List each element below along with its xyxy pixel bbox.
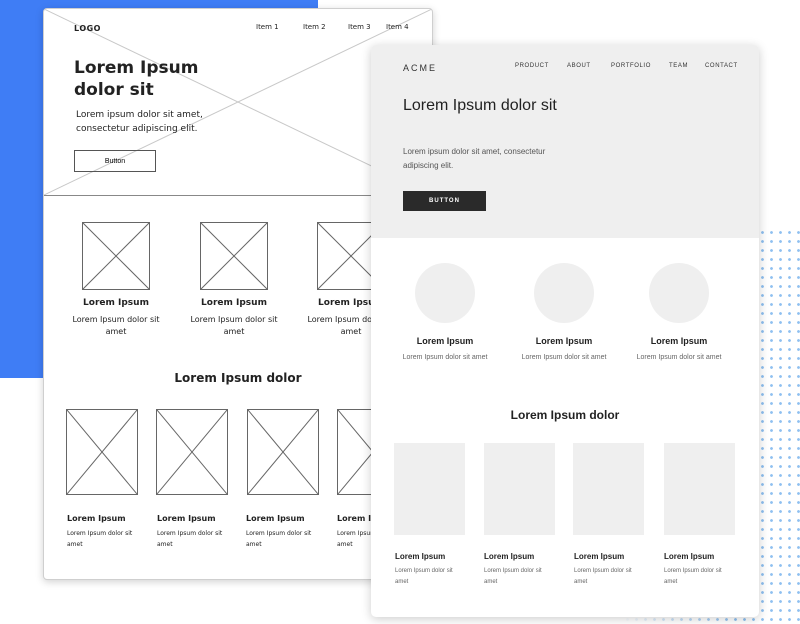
clean-feature-title: Lorem Ipsum [650,336,708,346]
sketch-feature-title: Lorem Ipsum [201,298,267,308]
image-placeholder-icon [247,409,319,495]
clean-hero-title: Lorem Ipsum dolor sit [403,97,557,114]
clean-nav-product[interactable]: PRODUCT [515,63,549,69]
clean-nav-about[interactable]: ABOUT [567,63,591,69]
sketch-gallery-title: Lorem Ipsum [157,514,216,523]
clean-nav-team[interactable]: TEAM [669,63,688,69]
gallery-image-placeholder [664,443,735,535]
clean-logo[interactable]: ACME [403,63,437,73]
sketch-feature-text: Lorem Ipsum dolor sit amet [190,315,278,336]
clean-nav-portfolio[interactable]: PORTFOLIO [611,63,651,69]
clean-hero-text: Lorem ipsum dolor sit amet, consectetur … [403,147,546,170]
clean-gallery-text: Lorem Ipsum dolor sit amet [574,568,632,585]
sketch-nav-item-2[interactable]: Item 2 [303,23,326,31]
sketch-gallery-text: Lorem Ipsum dolor sit amet [246,530,312,548]
clean-feature-text: Lorem Ipsum dolor sit amet [521,354,607,361]
sketch-gallery-text: Lorem Ipsum dolor sit amet [67,530,133,548]
sketch-logo[interactable]: LOGO [74,24,101,33]
sketch-gallery-title: Lorem Ipsum [67,514,126,523]
clean-feature-title: Lorem Ipsum [535,336,593,346]
sketch-nav-item-3[interactable]: Item 3 [348,23,371,31]
clean-gallery-text: Lorem Ipsum dolor sit amet [395,568,453,585]
sketch-hero-text: Lorem ipsum dolor sit amet, consectetur … [76,110,203,134]
image-placeholder-icon [156,409,228,495]
circle-image-placeholder [534,263,594,323]
sketch-nav-item-4[interactable]: Item 4 [386,23,409,31]
image-placeholder-icon [200,222,268,290]
sketch-nav-item-1[interactable]: Item 1 [256,23,279,31]
image-placeholder-icon [66,409,138,495]
clean-gallery-text: Lorem Ipsum dolor sit amet [664,568,722,585]
circle-image-placeholder [649,263,709,323]
circle-image-placeholder [415,263,475,323]
sketch-hero-button[interactable]: Button [74,150,156,172]
clean-gallery-title: Lorem Ipsum [574,552,625,561]
clean-nav-contact[interactable]: CONTACT [705,63,738,69]
sketch-gallery-text: Lorem Ipsum dolor sit amet [157,530,223,548]
gallery-image-placeholder [573,443,644,535]
gallery-image-placeholder [394,443,465,535]
clean-gallery-text: Lorem Ipsum dolor sit amet [484,568,542,585]
clean-mockup-card: ACME PRODUCT ABOUT PORTFOLIO TEAM CONTAC… [371,45,759,617]
sketch-feature-title: Lorem Ipsum [83,298,149,308]
clean-hero: ACME PRODUCT ABOUT PORTFOLIO TEAM CONTAC… [371,45,759,238]
image-placeholder-icon [82,222,150,290]
clean-feature-text: Lorem Ipsum dolor sit amet [402,354,488,361]
sketch-feature-text: Lorem Ipsum dolor sit amet [72,315,160,336]
clean-hero-button[interactable]: BUTTON [403,191,486,211]
clean-feature-text: Lorem Ipsum dolor sit amet [636,354,722,361]
clean-feature-title: Lorem Ipsum [416,336,474,346]
gallery-image-placeholder [484,443,555,535]
clean-gallery-title: Lorem Ipsum [395,552,446,561]
sketch-gallery-title: Lorem Ipsum [246,514,305,523]
clean-gallery-title: Lorem Ipsum [484,552,535,561]
clean-section-title: Lorem Ipsum dolor [510,408,620,422]
clean-gallery-title: Lorem Ipsum [664,552,715,561]
sketch-hero-title: Lorem Ipsum dolor sit [74,58,199,100]
